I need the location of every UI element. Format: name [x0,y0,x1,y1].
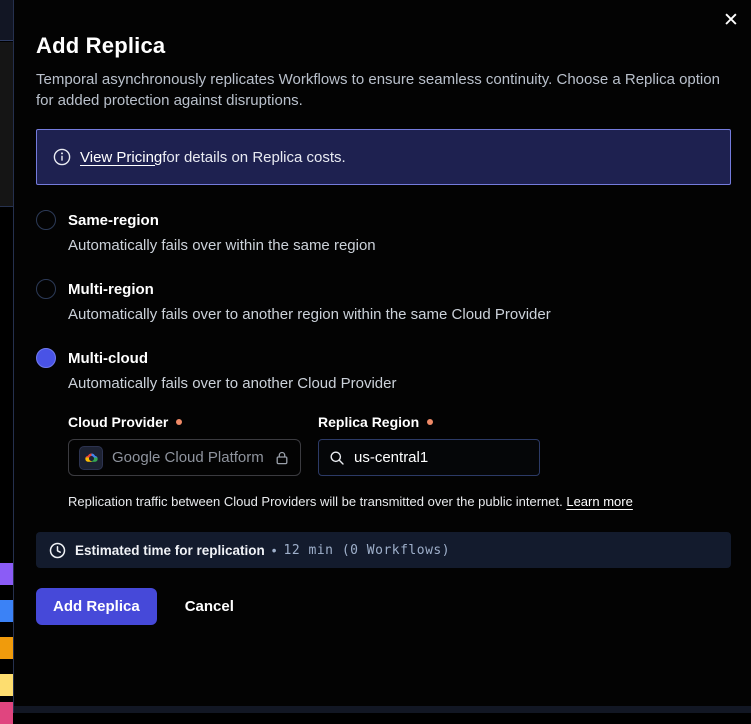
close-icon[interactable]: ✕ [717,6,745,34]
view-pricing-link[interactable]: View Pricing [80,149,162,166]
page-title: Add Replica [36,33,731,59]
estimate-value: 12 min (0 Workflows) [284,543,451,558]
option-description: Automatically fails over to another Clou… [68,375,731,392]
multi-cloud-form: Cloud Provider [68,414,731,476]
add-replica-modal: ✕ Add Replica Temporal asynchronously re… [14,0,751,706]
background-bottom-bar [0,706,751,713]
estimate-separator: • [272,543,277,558]
replica-option-group: Same-region Automatically fails over wit… [36,210,731,509]
replica-region-field-group: Replica Region [318,414,540,476]
modal-description: Temporal asynchronously replicates Workf… [36,69,731,111]
add-replica-button[interactable]: Add Replica [36,588,157,625]
radio-multi-region[interactable] [36,279,56,299]
search-icon [329,450,345,466]
cloud-provider-value: Google Cloud Platform [112,449,274,466]
background-swatch-blue [0,600,13,622]
field-label-text: Replica Region [318,414,419,430]
replica-region-input[interactable] [354,449,514,466]
background-swatch-pink [0,702,13,724]
option-description: Automatically fails over to another regi… [68,306,731,323]
option-multi-cloud: Multi-cloud Automatically fails over to … [36,348,731,509]
background-header-fragment [0,0,13,41]
background-swatch-orange [0,637,13,659]
option-multi-region: Multi-region Automatically fails over to… [36,279,731,323]
modal-actions: Add Replica Cancel [36,588,731,625]
estimate-banner: Estimated time for replication • 12 min … [36,532,731,568]
traffic-note: Replication traffic between Cloud Provid… [68,494,731,509]
option-label: Multi-region [68,281,154,298]
learn-more-link[interactable]: Learn more [566,494,632,509]
traffic-note-text: Replication traffic between Cloud Provid… [68,494,566,509]
gcp-logo-icon [79,446,103,470]
cancel-button[interactable]: Cancel [168,588,251,625]
cloud-provider-label: Cloud Provider [68,414,301,430]
field-label-text: Cloud Provider [68,414,168,430]
replica-region-search[interactable] [318,439,540,476]
cloud-provider-select[interactable]: Google Cloud Platform [68,439,301,476]
clock-icon [49,542,66,559]
radio-same-region[interactable] [36,210,56,230]
radio-multi-cloud[interactable] [36,348,56,368]
lock-icon [274,450,290,466]
replica-region-label: Replica Region [318,414,540,430]
pricing-info-banner: View Pricing for details on Replica cost… [36,129,731,185]
option-same-region: Same-region Automatically fails over wit… [36,210,731,254]
background-page-strip [0,0,13,713]
pricing-banner-text: for details on Replica costs. [162,149,345,166]
option-label: Multi-cloud [68,350,148,367]
info-icon [53,148,71,166]
required-dot [427,419,433,425]
estimate-label: Estimated time for replication [75,543,265,558]
background-swatch-yellow [0,674,13,696]
background-panel-fragment [0,42,13,207]
required-dot [176,419,182,425]
cloud-provider-field-group: Cloud Provider [68,414,301,476]
background-swatch-purple [0,563,13,585]
option-description: Automatically fails over within the same… [68,237,731,254]
option-label: Same-region [68,212,159,229]
